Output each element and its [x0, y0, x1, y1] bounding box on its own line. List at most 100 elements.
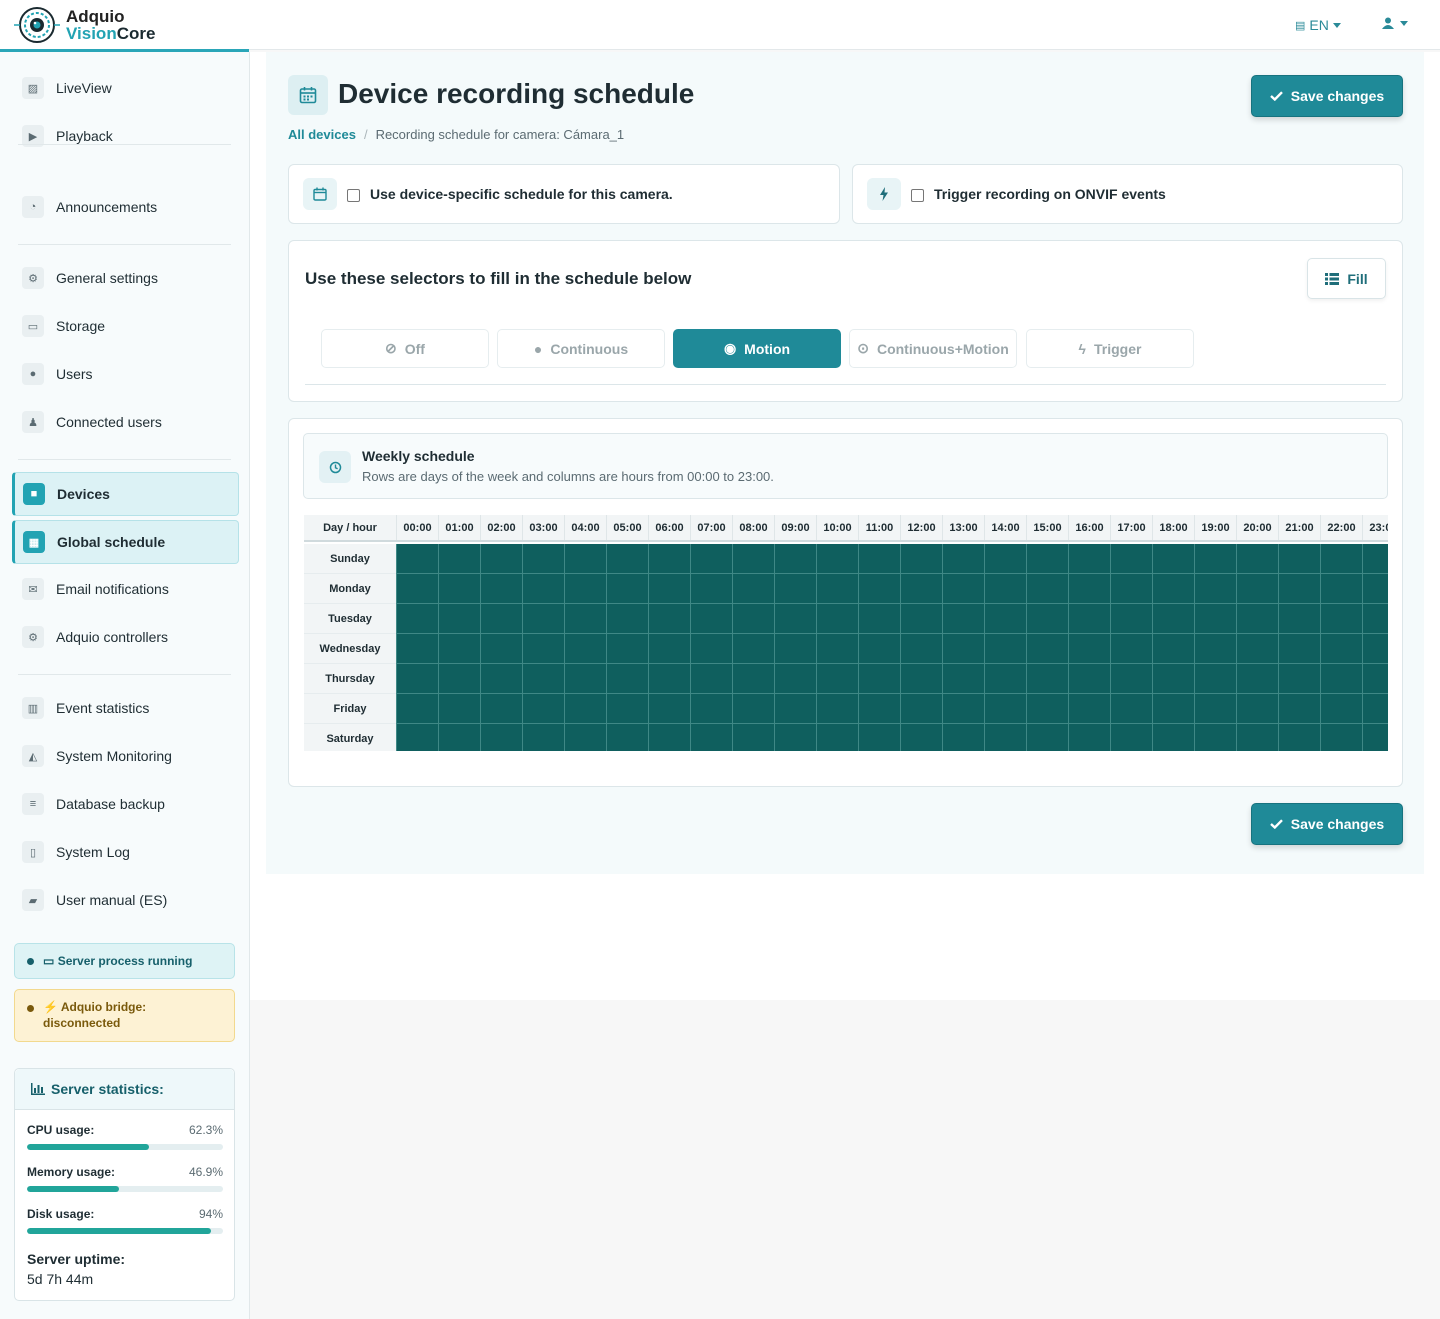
schedule-cell[interactable]: [438, 544, 480, 574]
schedule-cell[interactable]: [438, 604, 480, 634]
sidebar-item-event-statistics[interactable]: ▥ Event statistics: [12, 686, 239, 730]
schedule-cell[interactable]: [522, 634, 564, 664]
schedule-cell[interactable]: [396, 544, 438, 574]
onvif-trigger-checkbox[interactable]: [911, 188, 924, 202]
schedule-cell[interactable]: [858, 604, 900, 634]
schedule-cell[interactable]: [1110, 574, 1152, 604]
schedule-cell[interactable]: [522, 574, 564, 604]
day-label[interactable]: Thursday: [304, 664, 396, 694]
schedule-cell[interactable]: [1194, 664, 1236, 694]
schedule-cell[interactable]: [480, 604, 522, 634]
hour-header[interactable]: 07:00: [690, 515, 732, 540]
schedule-cell[interactable]: [1320, 664, 1362, 694]
schedule-cell[interactable]: [1320, 694, 1362, 724]
schedule-cell[interactable]: [1068, 694, 1110, 724]
schedule-cell[interactable]: [1320, 544, 1362, 574]
schedule-cell[interactable]: [1152, 544, 1194, 574]
schedule-cell[interactable]: [732, 604, 774, 634]
schedule-cell[interactable]: [1152, 634, 1194, 664]
schedule-cell[interactable]: [1278, 694, 1320, 724]
sidebar-item-connected-users[interactable]: ♟ Connected users: [12, 400, 239, 444]
schedule-cell[interactable]: [606, 604, 648, 634]
schedule-cell[interactable]: [1194, 604, 1236, 634]
schedule-cell[interactable]: [1194, 544, 1236, 574]
schedule-cell[interactable]: [732, 664, 774, 694]
schedule-cell[interactable]: [522, 604, 564, 634]
schedule-cell[interactable]: [774, 664, 816, 694]
schedule-cell[interactable]: [816, 694, 858, 724]
hour-header[interactable]: 13:00: [942, 515, 984, 540]
schedule-cell[interactable]: [690, 694, 732, 724]
schedule-cell[interactable]: [1110, 664, 1152, 694]
schedule-cell[interactable]: [648, 604, 690, 634]
schedule-cell[interactable]: [1194, 694, 1236, 724]
schedule-cell[interactable]: [606, 574, 648, 604]
schedule-cell[interactable]: [690, 634, 732, 664]
schedule-cell[interactable]: [1068, 664, 1110, 694]
schedule-cell[interactable]: [1068, 724, 1110, 751]
schedule-cell[interactable]: [774, 724, 816, 751]
schedule-cell[interactable]: [1110, 694, 1152, 724]
schedule-cell[interactable]: [1110, 604, 1152, 634]
schedule-cell[interactable]: [1110, 724, 1152, 751]
schedule-cell[interactable]: [438, 664, 480, 694]
sidebar-item-adquio-controllers[interactable]: ⚙ Adquio controllers: [12, 615, 239, 659]
schedule-cell[interactable]: [396, 634, 438, 664]
schedule-cell[interactable]: [564, 574, 606, 604]
schedule-cell[interactable]: [606, 544, 648, 574]
schedule-cell[interactable]: [858, 694, 900, 724]
day-label[interactable]: Wednesday: [304, 634, 396, 664]
hour-header[interactable]: 14:00: [984, 515, 1026, 540]
sidebar-item-database-backup[interactable]: ≡ Database backup: [12, 782, 239, 826]
hour-header[interactable]: 10:00: [816, 515, 858, 540]
schedule-cell[interactable]: [1278, 574, 1320, 604]
schedule-cell[interactable]: [1320, 634, 1362, 664]
schedule-cell[interactable]: [1026, 694, 1068, 724]
breadcrumb-all-devices-link[interactable]: All devices: [288, 127, 356, 142]
sidebar-item-users[interactable]: ● Users: [12, 352, 239, 396]
schedule-cell[interactable]: [480, 574, 522, 604]
schedule-cell[interactable]: [1152, 724, 1194, 751]
schedule-cell[interactable]: [1194, 634, 1236, 664]
schedule-cell[interactable]: [1362, 604, 1388, 634]
user-menu-dropdown[interactable]: [1382, 17, 1408, 29]
schedule-cell[interactable]: [480, 544, 522, 574]
schedule-cell[interactable]: [984, 604, 1026, 634]
schedule-cell[interactable]: [690, 544, 732, 574]
day-label[interactable]: Sunday: [304, 544, 396, 574]
schedule-cell[interactable]: [984, 724, 1026, 751]
schedule-cell[interactable]: [1110, 544, 1152, 574]
schedule-cell[interactable]: [606, 664, 648, 694]
sidebar-item-announcements[interactable]: ◔ Announcements: [12, 185, 239, 229]
schedule-cell[interactable]: [1068, 604, 1110, 634]
sidebar-item-playback[interactable]: ▶ Playback: [12, 114, 239, 158]
schedule-cell[interactable]: [1026, 544, 1068, 574]
sidebar-item-devices[interactable]: ■ Devices: [12, 472, 239, 516]
schedule-cell[interactable]: [564, 664, 606, 694]
mode-continuous-motion-button[interactable]: ⊙ Continuous+Motion: [849, 329, 1017, 368]
hour-header[interactable]: 12:00: [900, 515, 942, 540]
hour-header[interactable]: 11:00: [858, 515, 900, 540]
hour-header[interactable]: 17:00: [1110, 515, 1152, 540]
save-changes-button-bottom[interactable]: Save changes: [1251, 803, 1403, 845]
schedule-cell[interactable]: [648, 574, 690, 604]
day-label[interactable]: Friday: [304, 694, 396, 724]
language-dropdown[interactable]: ▤ EN: [1295, 17, 1341, 33]
schedule-cell[interactable]: [1320, 574, 1362, 604]
schedule-cell[interactable]: [732, 724, 774, 751]
schedule-cell[interactable]: [648, 694, 690, 724]
schedule-cell[interactable]: [1152, 694, 1194, 724]
schedule-cell[interactable]: [1236, 694, 1278, 724]
schedule-cell[interactable]: [774, 574, 816, 604]
sidebar-item-user-manual-es[interactable]: ▰ User manual (ES): [12, 878, 239, 922]
hour-header[interactable]: 08:00: [732, 515, 774, 540]
schedule-cell[interactable]: [900, 634, 942, 664]
mode-continuous-button[interactable]: ● Continuous: [497, 329, 665, 368]
schedule-cell[interactable]: [648, 724, 690, 751]
mode-off-button[interactable]: ⊘ Off: [321, 329, 489, 368]
schedule-cell[interactable]: [480, 664, 522, 694]
schedule-cell[interactable]: [858, 664, 900, 694]
schedule-cell[interactable]: [732, 544, 774, 574]
hour-header[interactable]: 22:00: [1320, 515, 1362, 540]
sidebar-item-liveview[interactable]: ▨ LiveView: [12, 66, 239, 110]
